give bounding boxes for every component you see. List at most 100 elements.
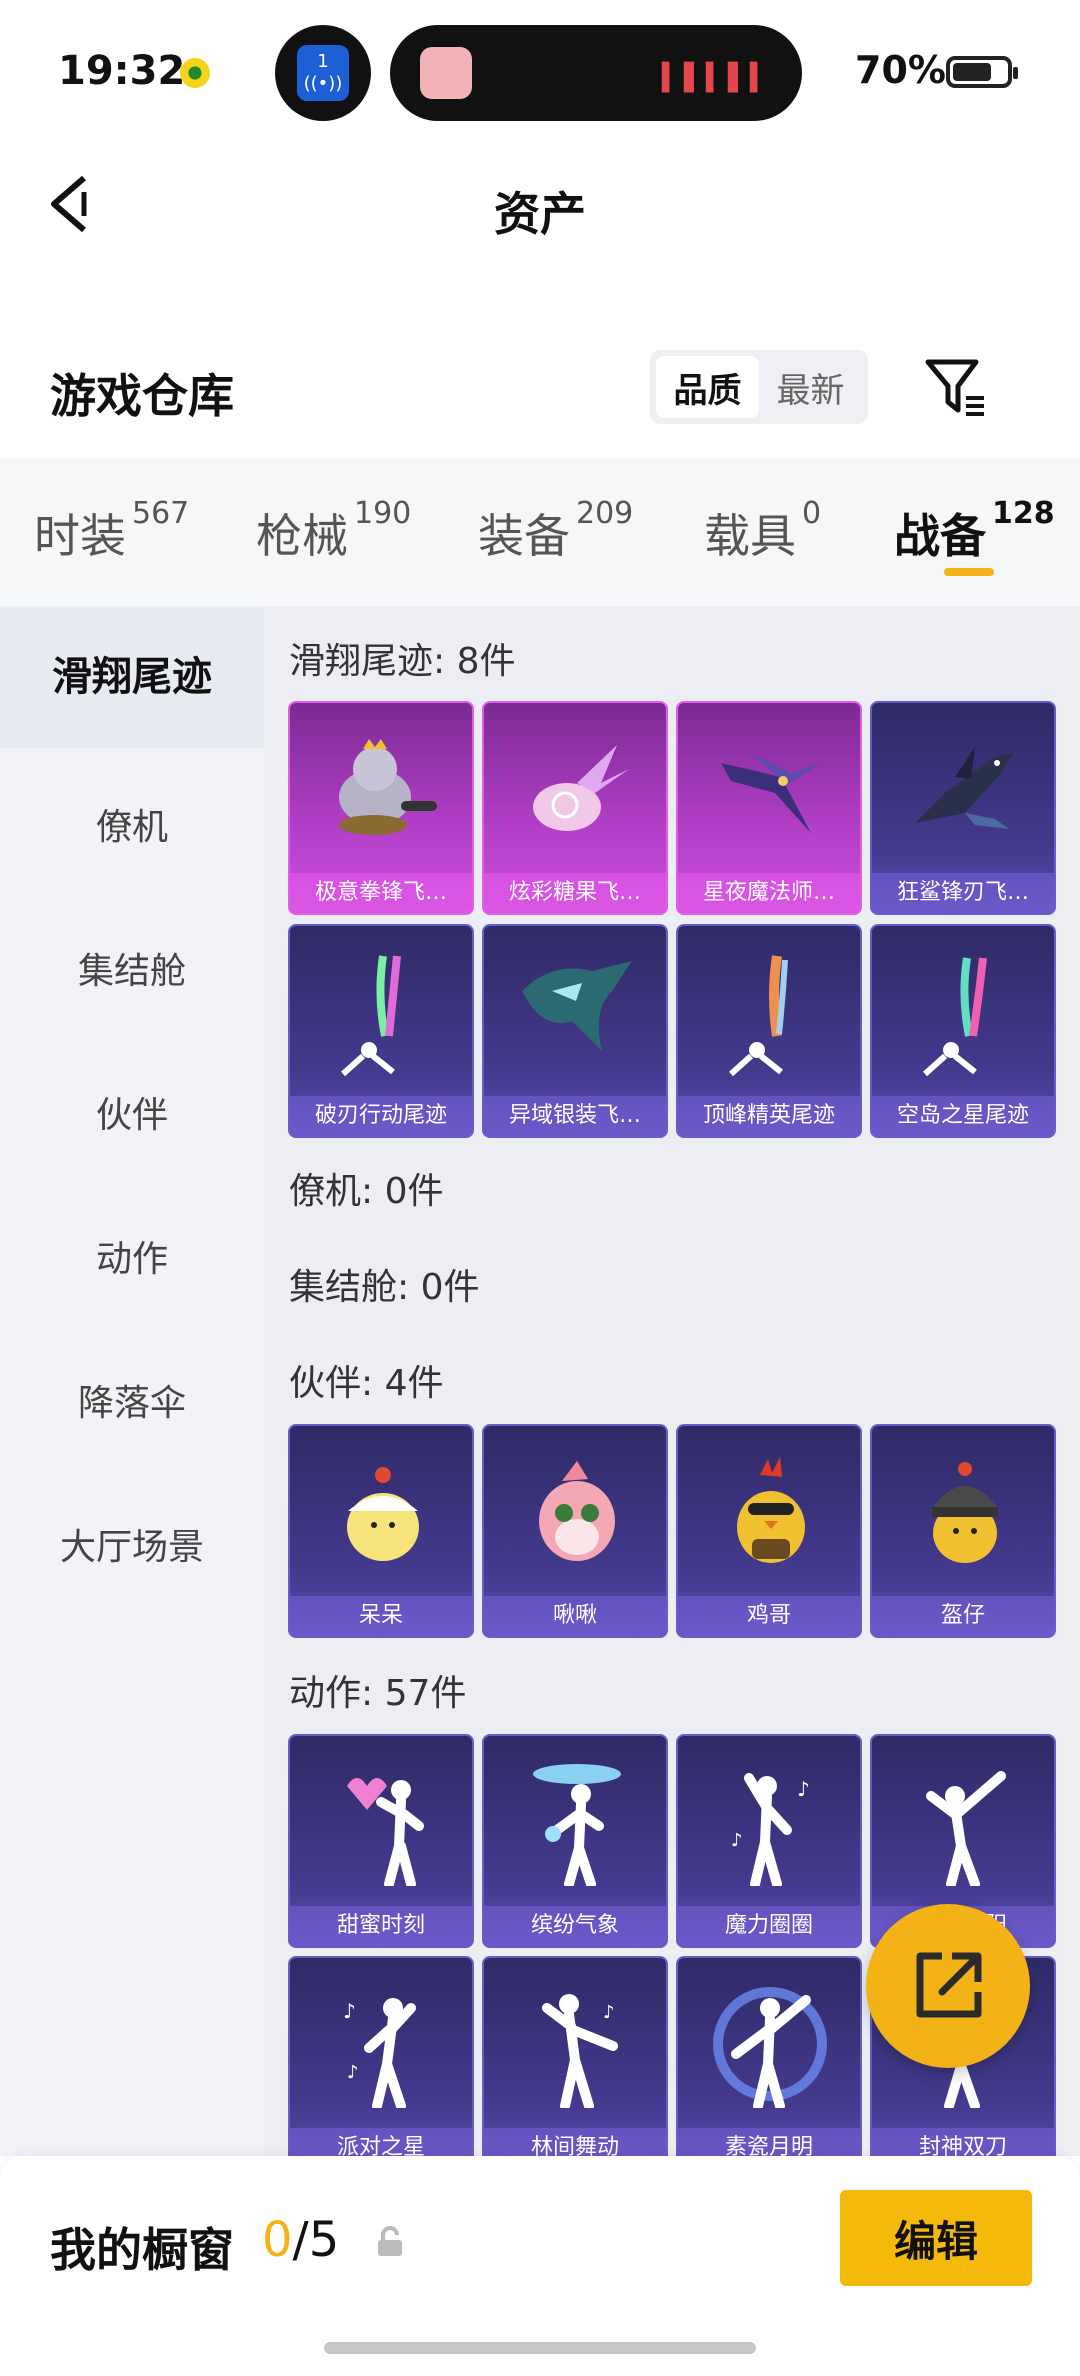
item-image: [484, 703, 666, 873]
tab-label: 装备: [478, 509, 570, 563]
page-title: 资产: [494, 187, 586, 241]
item-image: [678, 1426, 860, 1596]
item-image: [290, 1426, 472, 1596]
item-name: 星夜魔法师…: [678, 873, 860, 913]
item-image: ♪ ♪: [290, 1958, 472, 2128]
item-name: 空岛之星尾迹: [872, 1096, 1054, 1136]
item-card[interactable]: ♪ ♪ 魔力圈圈: [676, 1734, 862, 1948]
tab-guns[interactable]: 枪械 190: [256, 496, 411, 566]
section-title: 伙伴: 4件: [289, 1363, 444, 1404]
tab-label: 战备: [894, 509, 986, 563]
item-image: [872, 926, 1054, 1096]
broadcast-icon: 1 ((•)): [297, 45, 349, 101]
broadcast-badge: 1: [317, 51, 329, 72]
section-title: 滑翔尾迹: 8件: [289, 641, 516, 682]
showcase-total: /5: [292, 2212, 340, 2268]
item-card[interactable]: 鸡哥: [676, 1424, 862, 1638]
item-image: ♪ ♪: [678, 1736, 860, 1906]
side-nav: 滑翔尾迹 僚机 集结舱 伙伴 动作 降落伞 大厅场景: [0, 606, 264, 2156]
tab-count: 190: [354, 496, 412, 531]
item-card[interactable]: 呆呆: [288, 1424, 474, 1638]
side-item-wingman[interactable]: 僚机: [0, 798, 264, 850]
item-image: [484, 1426, 666, 1596]
item-card[interactable]: 盔仔: [870, 1424, 1056, 1638]
tab-label: 枪械: [256, 509, 348, 563]
item-image: [678, 926, 860, 1096]
side-item-parachute[interactable]: 降落伞: [0, 1374, 264, 1426]
side-item-emote[interactable]: 动作: [0, 1230, 264, 1282]
showcase-bar: 我的橱窗 0/5 编辑: [0, 2156, 1080, 2376]
item-card[interactable]: ♪ 林间舞动: [482, 1956, 668, 2156]
tab-count: 209: [576, 496, 634, 531]
tab-label: 载具: [704, 509, 796, 563]
lock-icon: [378, 2226, 402, 2256]
status-time: 19:32: [58, 48, 186, 94]
item-card[interactable]: 啾啾: [482, 1424, 668, 1638]
side-item-partner[interactable]: 伙伴: [0, 1086, 264, 1138]
item-card[interactable]: ♪ ♪ 派对之星: [288, 1956, 474, 2156]
filter-icon[interactable]: [922, 354, 988, 420]
item-card[interactable]: 甜蜜时刻: [288, 1734, 474, 1948]
item-name: 素瓷月明: [678, 2128, 860, 2156]
tab-fashion[interactable]: 时装 567: [34, 496, 189, 566]
showcase-current: 0: [262, 2212, 293, 2268]
item-name: 炫彩糖果飞…: [484, 873, 666, 913]
section-title: 僚机: 0件: [289, 1171, 444, 1212]
item-card[interactable]: 缤纷气象: [482, 1734, 668, 1948]
tab-active-indicator: [944, 568, 994, 576]
side-item-lobby-scene[interactable]: 大厅场景: [0, 1518, 264, 1570]
item-name: 鸡哥: [678, 1596, 860, 1636]
item-card[interactable]: 星夜魔法师…: [676, 701, 862, 915]
item-name: 顶峰精英尾迹: [678, 1096, 860, 1136]
item-name: 封神双刀: [872, 2128, 1054, 2156]
media-thumbnail: [420, 47, 472, 99]
item-name: 极意拳锋飞…: [290, 873, 472, 913]
sort-toggle: 品质 最新: [650, 350, 868, 424]
edit-button[interactable]: 编辑: [840, 2190, 1032, 2286]
home-indicator[interactable]: [324, 2342, 756, 2354]
tab-count: 0: [802, 496, 822, 531]
item-image: [290, 926, 472, 1096]
status-bar: 19:32 1 ((•)) ▍▌▍▌▍ 70%: [0, 0, 1080, 140]
svg-text:♪: ♪: [797, 1777, 810, 1801]
item-image: [872, 703, 1054, 873]
media-pill[interactable]: ▍▌▍▌▍: [390, 25, 802, 121]
item-image: [678, 1958, 860, 2128]
item-name: 甜蜜时刻: [290, 1906, 472, 1946]
item-card[interactable]: 炫彩糖果飞…: [482, 701, 668, 915]
tab-equipment[interactable]: 装备 209: [478, 496, 633, 566]
item-card[interactable]: 狂鲨锋刃飞…: [870, 701, 1056, 915]
item-card[interactable]: 顶峰精英尾迹: [676, 924, 862, 1138]
audio-wave-icon: ▍▌▍▌▍: [662, 63, 772, 93]
item-card[interactable]: 极意拳锋飞…: [288, 701, 474, 915]
item-name: 异域银装飞…: [484, 1096, 666, 1136]
sort-latest-button[interactable]: 最新: [759, 356, 862, 418]
share-icon: [916, 1952, 982, 2018]
item-name: 破刃行动尾迹: [290, 1096, 472, 1136]
item-image: [872, 1736, 1054, 1906]
sort-quality-button[interactable]: 品质: [656, 356, 759, 418]
item-name: 啾啾: [484, 1596, 666, 1636]
tab-vehicles[interactable]: 载具 0: [704, 496, 821, 566]
svg-text:♪: ♪: [343, 1999, 356, 2023]
tab-combat-gear[interactable]: 战备 128: [894, 496, 1055, 566]
item-card[interactable]: 破刃行动尾迹: [288, 924, 474, 1138]
side-item-pod[interactable]: 集结舱: [0, 942, 264, 994]
section-title: 动作: 57件: [289, 1673, 467, 1714]
item-image: [872, 1426, 1054, 1596]
item-image: ♪: [484, 1958, 666, 2128]
svg-text:♪: ♪: [347, 2062, 359, 2083]
tab-label: 时装: [34, 509, 126, 563]
tab-count: 567: [132, 496, 190, 531]
item-name: 呆呆: [290, 1596, 472, 1636]
item-card[interactable]: 异域银装飞…: [482, 924, 668, 1138]
side-item-glide-trail[interactable]: 滑翔尾迹: [0, 606, 264, 748]
music-app-icon: [180, 58, 210, 88]
item-card[interactable]: 素瓷月明: [676, 1956, 862, 2156]
share-button[interactable]: [866, 1904, 1030, 2068]
live-activity-pill[interactable]: 1 ((•)): [275, 25, 371, 121]
item-name: 狂鲨锋刃飞…: [872, 873, 1054, 913]
item-card[interactable]: 空岛之星尾迹: [870, 924, 1056, 1138]
warehouse-title: 游戏仓库: [50, 369, 234, 423]
svg-text:♪: ♪: [603, 2002, 615, 2023]
